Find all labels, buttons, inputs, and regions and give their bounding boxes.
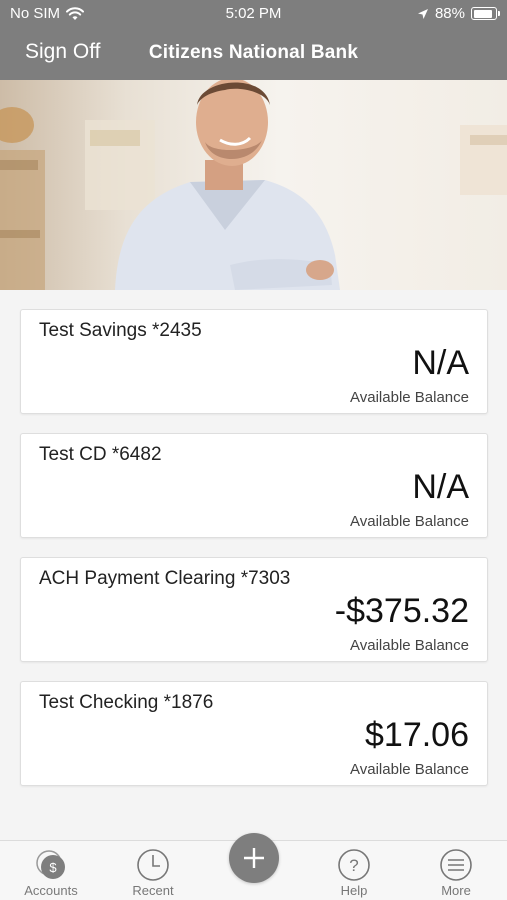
tab-accounts[interactable]: $ Accounts	[11, 841, 91, 900]
svg-text:?: ?	[349, 856, 358, 875]
battery-percent: 88%	[434, 5, 465, 22]
add-action-button[interactable]	[229, 833, 279, 883]
balance-label: Available Balance	[350, 513, 469, 530]
hero-banner-image	[0, 80, 507, 290]
account-card[interactable]: Test Checking *1876 $17.06 Available Bal…	[20, 681, 488, 786]
account-name: Test Savings *2435	[39, 320, 202, 341]
clock-icon	[137, 849, 169, 881]
balance-label: Available Balance	[350, 637, 469, 654]
tab-accounts-label: Accounts	[24, 883, 78, 898]
account-card[interactable]: ACH Payment Clearing *7303 -$375.32 Avai…	[20, 557, 488, 662]
nav-bar: Sign Off Citizens National Bank	[0, 30, 507, 78]
tab-more[interactable]: More	[416, 841, 496, 900]
plus-icon	[244, 848, 264, 868]
accounts-list: Test Savings *2435 N/A Available Balance…	[20, 309, 488, 805]
account-name: ACH Payment Clearing *7303	[39, 568, 291, 589]
svg-text:$: $	[49, 860, 57, 875]
help-question-icon: ?	[338, 849, 370, 881]
account-name: Test CD *6482	[39, 444, 162, 465]
accounts-coin-icon: $	[36, 850, 65, 879]
account-balance: N/A	[412, 344, 469, 382]
account-card[interactable]: Test Savings *2435 N/A Available Balance	[20, 309, 488, 414]
top-bar: No SIM 5:02 PM 88% Sign Off Citizens Nat…	[0, 0, 507, 80]
tab-recent-label: Recent	[132, 883, 174, 898]
bank-title: Citizens National Bank	[148, 42, 359, 63]
account-card[interactable]: Test CD *6482 N/A Available Balance	[20, 433, 488, 538]
account-balance: $17.06	[365, 716, 469, 754]
tab-help-label: Help	[340, 883, 368, 898]
location-arrow-icon	[417, 8, 428, 19]
balance-label: Available Balance	[350, 389, 469, 406]
balance-label: Available Balance	[350, 761, 469, 778]
status-right-group: 88%	[417, 5, 500, 22]
status-bar: No SIM 5:02 PM 88%	[0, 0, 507, 30]
account-balance: -$375.32	[334, 592, 469, 630]
account-balance: N/A	[412, 468, 469, 506]
account-name: Test Checking *1876	[39, 692, 214, 713]
menu-lines-icon	[440, 849, 472, 881]
tab-help[interactable]: ? Help	[314, 841, 394, 900]
tab-more-label: More	[441, 883, 471, 898]
battery-icon	[471, 7, 500, 20]
tab-recent[interactable]: Recent	[113, 841, 193, 900]
banker-photo	[0, 80, 507, 290]
